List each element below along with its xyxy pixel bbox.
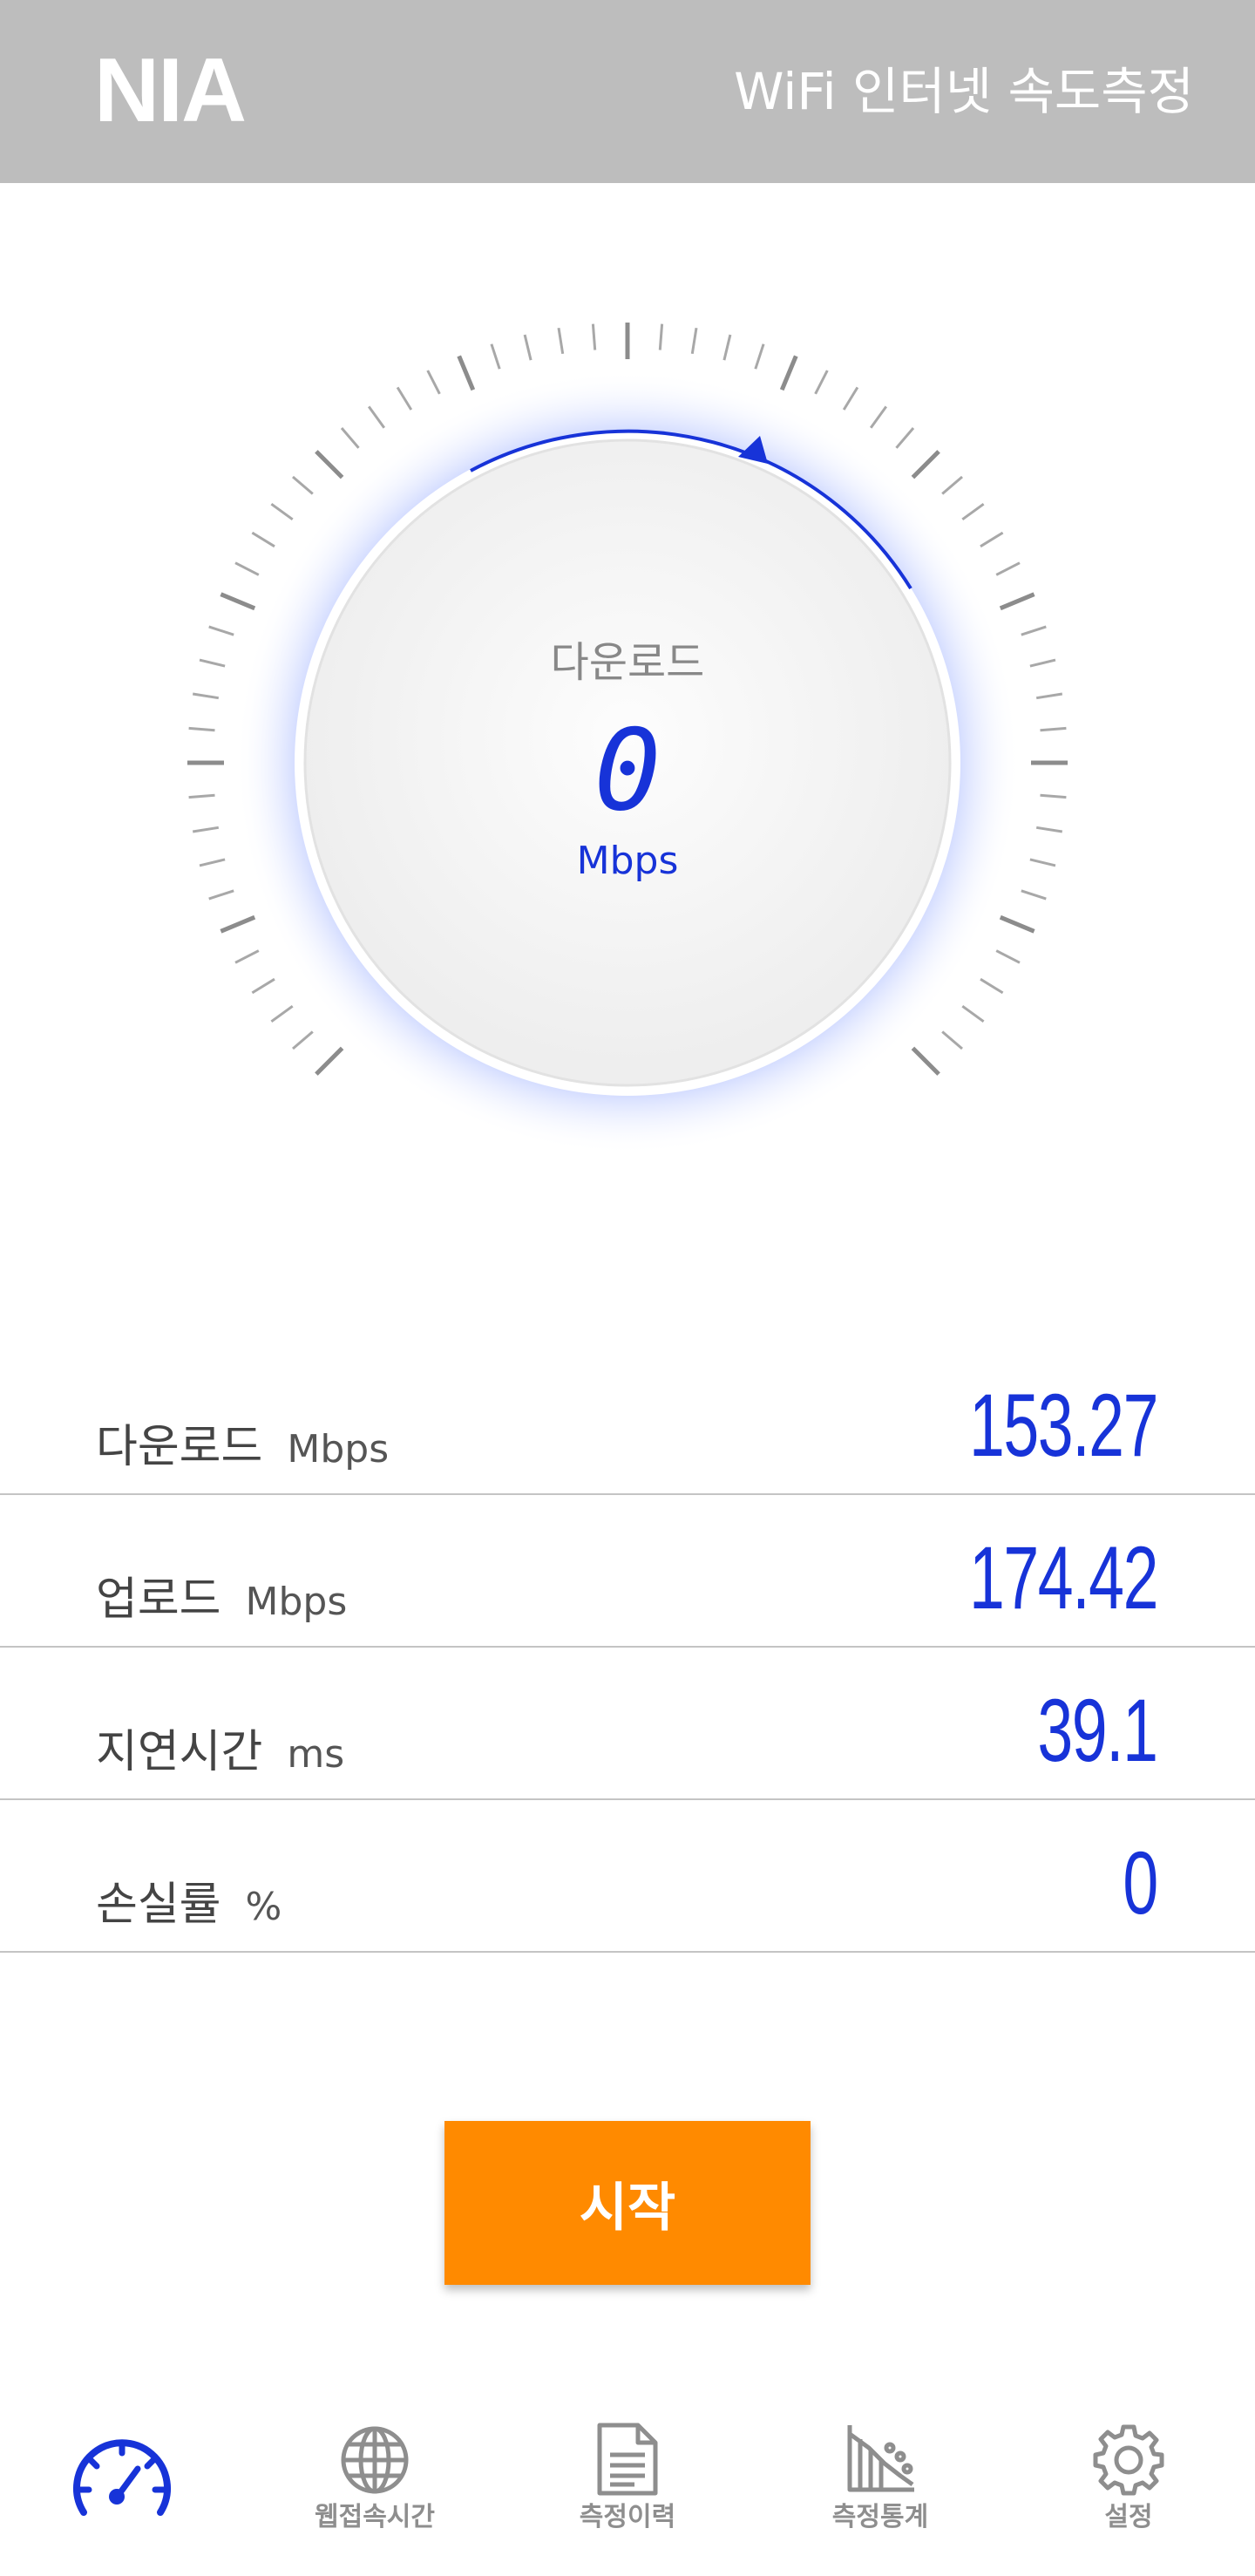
nav-label: 웹접속시간	[315, 2502, 435, 2532]
nav-label: 측정이력	[579, 2502, 676, 2532]
nav-item-settings[interactable]: 설정	[1033, 2415, 1224, 2563]
gauge-tick	[340, 427, 360, 449]
gauge-tick	[234, 561, 260, 576]
result-value: 39.1	[1037, 1681, 1159, 1780]
gauge-tick	[999, 914, 1035, 934]
gauge-tick	[1021, 889, 1047, 901]
result-row-download: 다운로드 Mbps 153.27	[0, 1342, 1255, 1495]
nia-logo: NIA	[94, 40, 247, 141]
gauge-tick	[869, 405, 888, 429]
gauge-tick	[1021, 625, 1047, 636]
nav-item-history[interactable]: 측정이력	[532, 2415, 723, 2563]
nav-item-statistics[interactable]: 측정통계	[784, 2415, 976, 2563]
gauge-tick	[426, 370, 441, 395]
result-label: 지연시간	[96, 1726, 263, 1778]
nav-label: 설정	[1104, 2502, 1153, 2532]
gauge-tick	[941, 1030, 963, 1050]
bottom-nav: 웹접속시간 측정이력 측정통계 설정	[0, 2415, 1255, 2563]
gauge-tick	[208, 625, 234, 636]
speedometer-icon	[73, 2439, 171, 2516]
gauge-tick	[457, 355, 476, 391]
app-header: NIA WiFi 인터넷 속도측정	[0, 0, 1255, 183]
start-button[interactable]: 시작	[444, 2121, 811, 2285]
result-unit: ms	[287, 1732, 345, 1777]
document-icon	[597, 2423, 658, 2496]
gauge-tick	[895, 427, 915, 449]
gauge-tick	[995, 949, 1021, 964]
gauge-tick	[270, 502, 294, 521]
gauge-tick	[220, 592, 256, 611]
result-label: 손실률	[96, 1879, 221, 1931]
gear-icon	[1093, 2424, 1164, 2496]
statistics-icon	[847, 2425, 914, 2492]
gauge-tick	[722, 334, 732, 361]
gauge-tick	[995, 561, 1021, 576]
gauge-tick	[690, 327, 698, 355]
globe-icon	[341, 2426, 409, 2494]
nav-item-speed-test[interactable]	[26, 2415, 218, 2563]
result-unit: Mbps	[245, 1580, 348, 1624]
gauge-tick	[658, 323, 664, 350]
gauge-tick	[192, 692, 220, 700]
result-row-loss: 손실률% 0	[0, 1800, 1255, 1953]
gauge-tick	[941, 475, 963, 495]
gauge-tick	[842, 386, 859, 411]
gauge-tick	[292, 1030, 314, 1050]
gauge-tick	[220, 914, 256, 934]
gauge-tick	[961, 502, 985, 521]
gauge-tick	[490, 343, 501, 370]
gauge-tick	[911, 1046, 940, 1076]
gauge-tick	[1035, 826, 1063, 833]
gauge-tick	[754, 343, 765, 370]
gauge-tick	[396, 386, 413, 411]
gauge-tick	[999, 592, 1035, 611]
gauge-tick	[367, 405, 386, 429]
gauge-tick	[1035, 692, 1063, 700]
gauge-tick	[814, 370, 829, 395]
result-label: 다운로드	[96, 1421, 263, 1473]
result-row-upload: 업로드 Mbps 174.42	[0, 1495, 1255, 1648]
result-label: 업로드	[96, 1573, 221, 1626]
gauge-value: 0	[594, 706, 661, 836]
gauge-tick	[315, 450, 344, 479]
nav-label: 측정통계	[831, 2502, 929, 2532]
speed-gauge: 다운로드 0 Mbps	[0, 296, 1255, 1186]
gauge-tick	[591, 323, 597, 350]
gauge-tick	[251, 531, 275, 548]
nav-item-web-access-time[interactable]: 웹접속시간	[279, 2415, 471, 2563]
gauge-unit: Mbps	[576, 839, 679, 883]
gauge-tick	[315, 1046, 344, 1076]
gauge-tick	[251, 977, 275, 995]
gauge-tick	[292, 475, 314, 495]
gauge-tick	[208, 889, 234, 901]
results-list: 다운로드 Mbps 153.27 업로드 Mbps 174.42 지연시간 ms 39…	[0, 1342, 1255, 1953]
gauge-tick	[779, 355, 798, 391]
gauge-tick	[911, 450, 940, 479]
app-title: WiFi 인터넷 속도측정	[734, 62, 1194, 121]
gauge-tick	[557, 327, 565, 355]
result-value: 153.27	[969, 1376, 1158, 1475]
gauge-tick	[980, 977, 1004, 995]
result-unit: Mbps	[287, 1427, 390, 1472]
gauge-tick	[980, 531, 1004, 548]
result-row-latency: 지연시간 ms 39.1	[0, 1648, 1255, 1800]
result-value: 0	[1123, 1833, 1159, 1933]
gauge-tick	[192, 826, 220, 833]
gauge-label: 다운로드	[550, 638, 705, 687]
result-value: 174.42	[969, 1528, 1158, 1628]
gauge-tick	[270, 1004, 294, 1023]
gauge-tick	[234, 949, 260, 964]
gauge-tick	[961, 1004, 985, 1023]
result-unit: %	[245, 1885, 282, 1929]
gauge-tick	[523, 334, 533, 361]
